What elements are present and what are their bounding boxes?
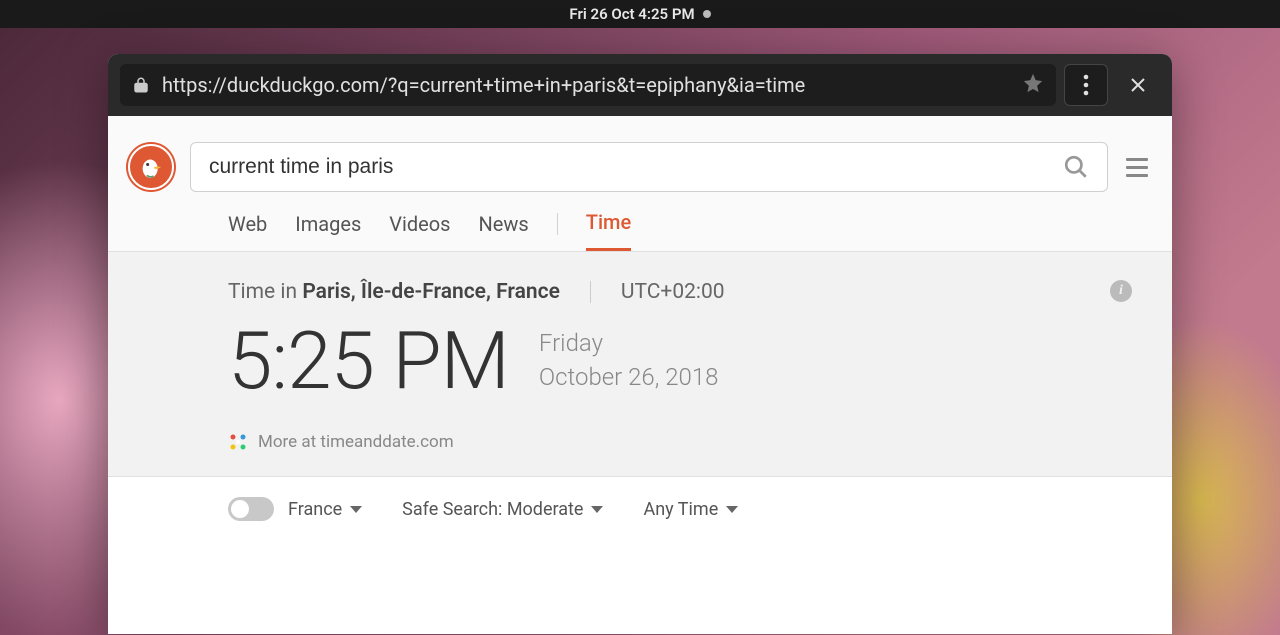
result-filters: France Safe Search: Moderate Any Time xyxy=(108,477,1172,521)
chevron-down-icon xyxy=(591,506,603,513)
notification-dot-icon xyxy=(703,10,711,18)
system-top-bar: Fri 26 Oct 4:25 PM xyxy=(0,0,1280,28)
tab-news[interactable]: News xyxy=(479,212,529,250)
search-input[interactable] xyxy=(209,155,1063,179)
current-time: 5:25 PM xyxy=(228,314,509,408)
lock-icon xyxy=(132,76,150,94)
more-link-text: More at timeanddate.com xyxy=(258,432,454,452)
result-tabs: Web Images Videos News Time xyxy=(108,192,1172,252)
time-row: 5:25 PM Friday October 26, 2018 xyxy=(228,314,1052,408)
tab-divider xyxy=(557,213,558,235)
vertical-divider xyxy=(590,281,591,303)
tab-images[interactable]: Images xyxy=(295,212,361,250)
browser-window: https://duckduckgo.com/?q=current+time+i… xyxy=(108,54,1172,634)
url-bar[interactable]: https://duckduckgo.com/?q=current+time+i… xyxy=(120,64,1056,106)
tab-time[interactable]: Time xyxy=(586,210,631,251)
day-name: Friday xyxy=(539,327,719,361)
browser-toolbar: https://duckduckgo.com/?q=current+time+i… xyxy=(108,54,1172,116)
search-box[interactable] xyxy=(190,142,1108,192)
current-date: Friday October 26, 2018 xyxy=(539,327,719,394)
time-filter[interactable]: Any Time xyxy=(643,499,738,520)
browser-menu-button[interactable] xyxy=(1064,64,1108,106)
search-header xyxy=(108,116,1172,192)
location-prefix: Time in xyxy=(228,280,302,304)
safesearch-label: Safe Search: Moderate xyxy=(402,499,583,520)
url-text: https://duckduckgo.com/?q=current+time+i… xyxy=(162,73,1010,97)
search-icon[interactable] xyxy=(1063,154,1089,180)
region-filter[interactable]: France xyxy=(228,497,362,521)
time-filter-label: Any Time xyxy=(643,499,718,520)
timeanddate-icon xyxy=(228,432,248,452)
info-icon[interactable]: i xyxy=(1110,280,1132,302)
tab-videos[interactable]: Videos xyxy=(389,212,450,250)
time-answer-card: i Time in Paris, Île-de-France, France U… xyxy=(108,252,1172,477)
system-clock[interactable]: Fri 26 Oct 4:25 PM xyxy=(569,5,694,23)
more-link[interactable]: More at timeanddate.com xyxy=(228,432,1052,452)
chevron-down-icon xyxy=(726,506,738,513)
site-menu-icon[interactable] xyxy=(1122,154,1152,181)
duckduckgo-logo[interactable] xyxy=(126,142,176,192)
location-name: Paris, Île-de-France, France xyxy=(302,280,560,304)
full-date: October 26, 2018 xyxy=(539,361,719,395)
page-content: Web Images Videos News Time i Time in Pa… xyxy=(108,116,1172,634)
window-close-button[interactable] xyxy=(1116,64,1160,106)
region-toggle[interactable] xyxy=(228,497,274,521)
answer-location: Time in Paris, Île-de-France, France xyxy=(228,280,560,304)
bookmark-star-icon[interactable] xyxy=(1022,72,1044,99)
safesearch-filter[interactable]: Safe Search: Moderate xyxy=(402,499,603,520)
utc-offset: UTC+02:00 xyxy=(621,280,725,304)
chevron-down-icon xyxy=(350,506,362,513)
answer-header: Time in Paris, Île-de-France, France UTC… xyxy=(228,280,1052,304)
tab-web[interactable]: Web xyxy=(228,212,267,250)
region-label: France xyxy=(288,499,342,520)
